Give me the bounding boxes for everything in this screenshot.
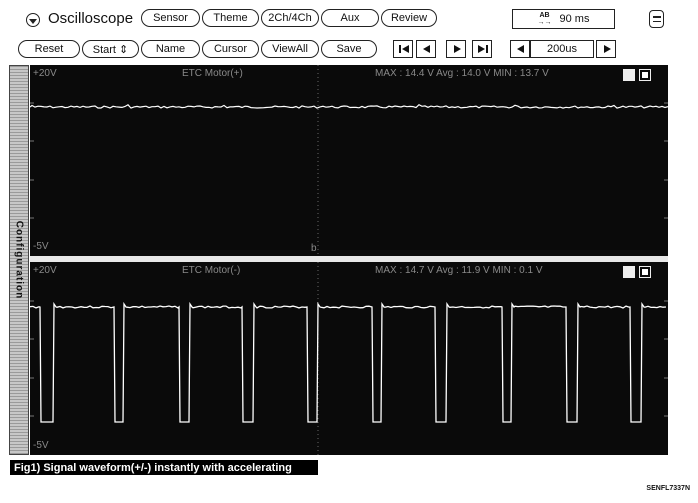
ch1-name: ETC Motor(+) [182,68,243,79]
timebase-increase-icon[interactable] [596,40,616,58]
ch2-checkbox[interactable] [639,266,651,278]
ch2-bottom-scale: -5V [33,440,49,451]
ch1-bottom-scale: -5V [33,241,49,252]
ch1-cursor-marker: b [311,243,317,254]
step-back-icon[interactable] [416,40,436,58]
tab-aux[interactable]: Aux [321,9,379,27]
more-menu-icon[interactable] [649,10,664,28]
time-display: AB →→ 90 ms [512,9,615,29]
ch1-top-scale: +20V [33,68,57,79]
ch1-checkbox[interactable] [639,69,651,81]
timebase-decrease-icon[interactable] [510,40,530,58]
step-forward-icon[interactable] [446,40,466,58]
timebase-value[interactable]: 200us [530,40,594,58]
configuration-tab[interactable]: Configuration [9,65,29,455]
reset-button[interactable]: Reset [18,40,80,58]
ch1-trace [30,103,668,109]
figure-code: SENFL7337N [646,485,690,492]
channel-2-plot [30,262,668,455]
channel-2-scope[interactable]: +20V ETC Motor(-) MAX : 14.7 V Avg : 11.… [30,262,668,455]
ch1-stats: MAX : 14.4 V Avg : 14.0 V MIN : 13.7 V [375,68,549,79]
tab-sensor[interactable]: Sensor [141,9,200,27]
ab-icon: AB →→ [537,12,552,26]
ch2-name: ETC Motor(-) [182,265,241,276]
cursor-button[interactable]: Cursor [202,40,259,58]
tab-2ch-4ch[interactable]: 2Ch/4Ch [261,9,319,27]
tab-theme[interactable]: Theme [202,9,259,27]
skip-end-icon[interactable] [472,40,492,58]
figure-caption: Fig1) Signal waveform(+/-) instantly wit… [10,460,318,475]
menu-dropdown-icon[interactable] [26,13,40,27]
app-title: Oscilloscope [48,10,134,27]
top-toolbar: Oscilloscope Sensor Theme 2Ch/4Ch Aux Re… [0,0,698,64]
ch2-stats: MAX : 14.7 V Avg : 11.9 V MIN : 0.1 V [375,265,543,276]
save-button[interactable]: Save [321,40,377,58]
channel-1-plot [30,65,668,256]
ch1-toggle-box[interactable] [623,69,635,81]
configuration-label: Configuration [13,220,25,300]
start-button[interactable]: Start ⇕ [82,40,139,58]
ch2-top-scale: +20V [33,265,57,276]
channel-1-scope[interactable]: +20V ETC Motor(+) MAX : 14.4 V Avg : 14.… [30,65,668,256]
time-value: 90 ms [559,13,590,25]
name-button[interactable]: Name [141,40,200,58]
ch2-toggle-box[interactable] [623,266,635,278]
tab-review[interactable]: Review [381,9,437,27]
ch2-trace [30,301,667,423]
skip-start-icon[interactable] [393,40,413,58]
viewall-button[interactable]: ViewAll [261,40,319,58]
